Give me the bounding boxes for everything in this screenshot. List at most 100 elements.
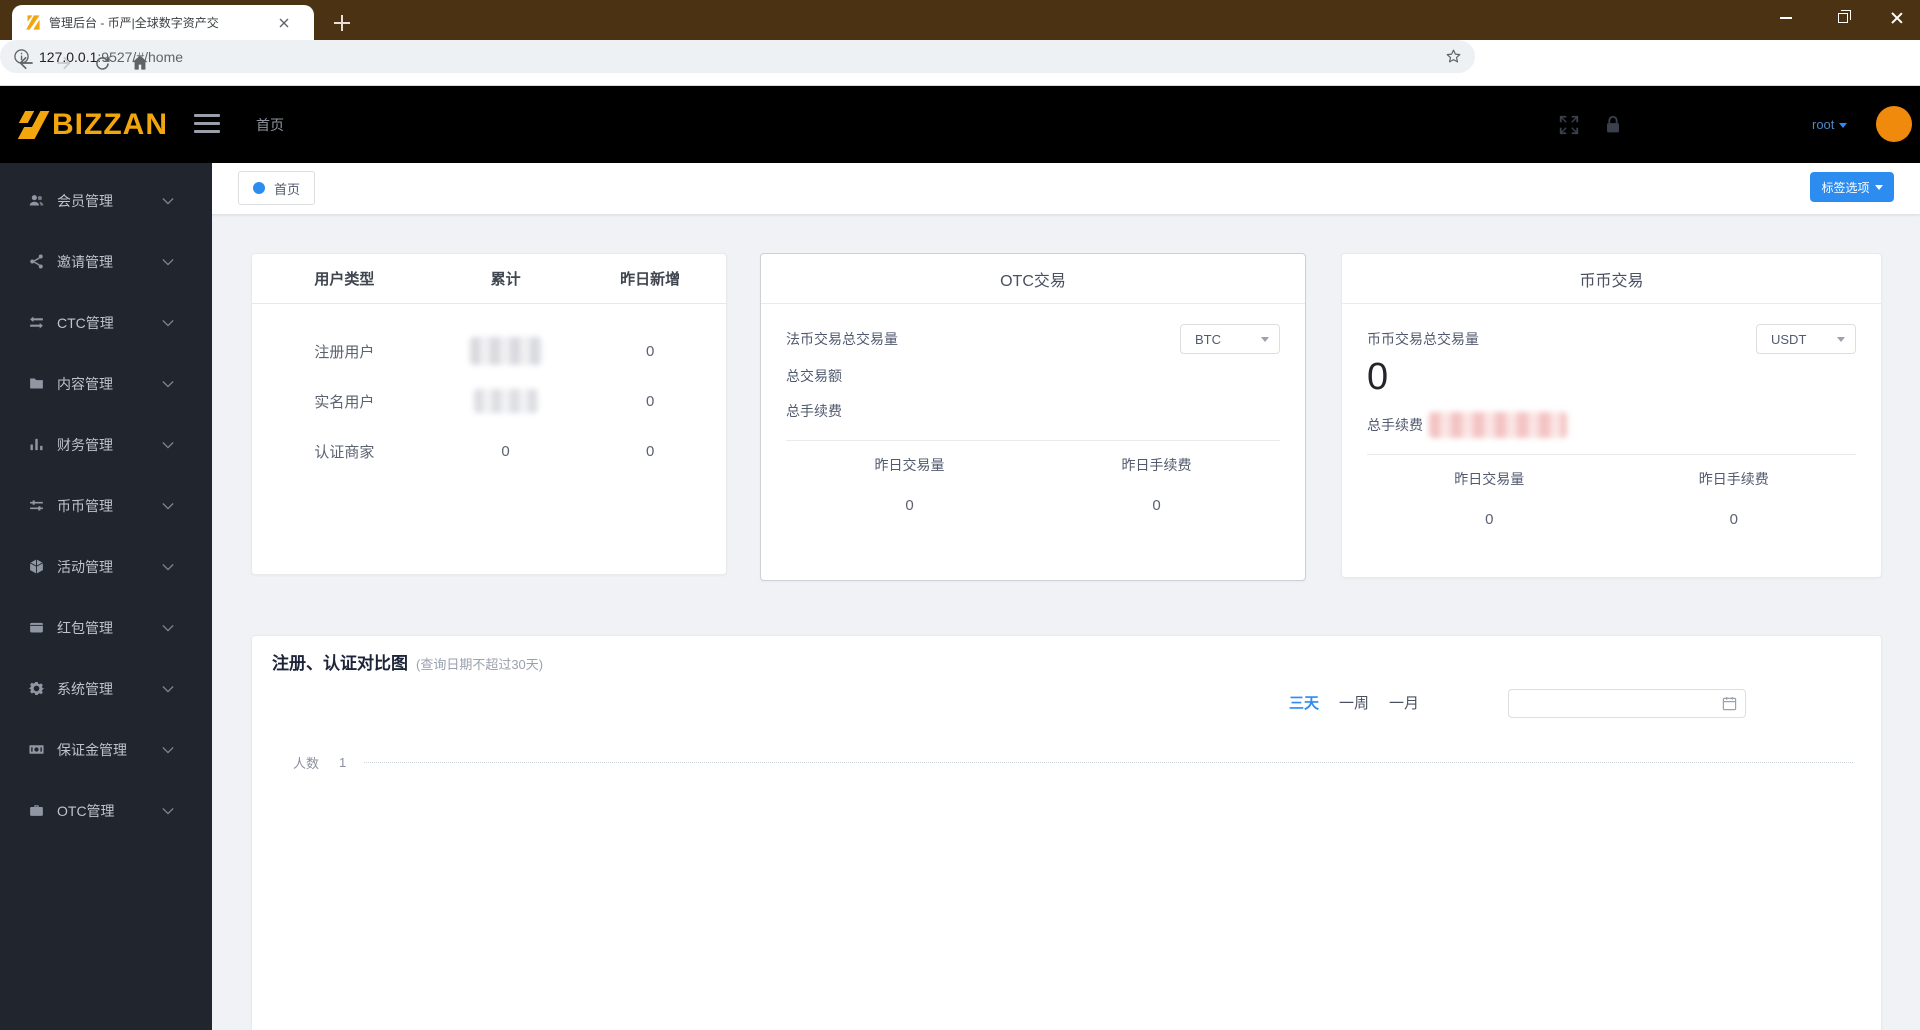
otc-yesterday-fee-label: 昨日手续费 bbox=[1121, 457, 1192, 473]
exchange-icon bbox=[30, 316, 43, 329]
calendar-icon bbox=[1722, 696, 1737, 711]
table-row: 实名用户 0 bbox=[252, 376, 726, 426]
chevron-down-icon bbox=[162, 685, 174, 693]
spot-yesterday-volume-value: 0 bbox=[1485, 511, 1494, 528]
date-range-picker[interactable] bbox=[1508, 689, 1746, 718]
back-icon[interactable] bbox=[14, 51, 38, 75]
divider bbox=[1367, 454, 1856, 455]
sliders-icon bbox=[30, 500, 43, 511]
chevron-down-icon bbox=[1874, 184, 1883, 194]
sidebar-item-members[interactable]: 会员管理 bbox=[0, 170, 212, 231]
window-close-button[interactable] bbox=[1874, 0, 1920, 36]
chevron-down-icon bbox=[162, 197, 174, 205]
chevron-down-icon bbox=[1837, 336, 1845, 346]
forward-icon[interactable] bbox=[52, 51, 76, 75]
navbar-home-link[interactable]: 首页 bbox=[256, 86, 284, 163]
user-avatar[interactable] bbox=[1876, 106, 1912, 142]
chevron-down-icon bbox=[162, 319, 174, 327]
chevron-down-icon bbox=[1261, 336, 1269, 346]
chevron-down-icon bbox=[162, 563, 174, 571]
y-axis-label: 人数 bbox=[293, 756, 320, 771]
app-navbar: BIZZAN 首页 root bbox=[0, 86, 1920, 163]
home-icon[interactable] bbox=[128, 51, 152, 75]
divider bbox=[786, 440, 1280, 441]
sidebar-item-finance[interactable]: 财务管理 bbox=[0, 414, 212, 475]
otc-yesterday-volume-value: 0 bbox=[905, 497, 914, 514]
browser-toolbar: 127.0.0.1:9527/#/home S New 贤军 bbox=[0, 40, 1920, 117]
table-row: 注册用户 0 bbox=[252, 326, 726, 376]
otc-currency-select[interactable]: BTC bbox=[1180, 324, 1280, 354]
tag-tab-home[interactable]: 首页 bbox=[238, 171, 316, 205]
sidebar-item-otc[interactable]: OTC管理 bbox=[0, 780, 212, 841]
fullscreen-icon[interactable] bbox=[1558, 114, 1580, 136]
spot-volume-label: 币币交易总交易量 bbox=[1367, 331, 1479, 347]
y-axis-tick: 1 bbox=[339, 755, 347, 770]
spot-fee-label: 总手续费 bbox=[1367, 417, 1423, 433]
url-text: 127.0.0.1:9527/#/home bbox=[39, 48, 183, 65]
user-stats-header-row: 用户类型 累计 昨日新增 bbox=[252, 254, 726, 304]
briefcase-icon bbox=[30, 805, 43, 816]
chevron-down-icon bbox=[162, 258, 174, 266]
tag-options-button[interactable]: 标签选项 bbox=[1810, 172, 1894, 202]
bookmark-star-icon[interactable] bbox=[1444, 47, 1463, 66]
sidebar-item-content[interactable]: 内容管理 bbox=[0, 353, 212, 414]
col-user-type: 用户类型 bbox=[314, 271, 375, 288]
user-menu[interactable]: root bbox=[1812, 86, 1848, 163]
otc-yesterday-volume-label: 昨日交易量 bbox=[874, 457, 945, 473]
tag-bar: 首页 标签选项 bbox=[0, 163, 1920, 214]
otc-trade-card: OTC交易 法币交易总交易量 BTC 总交易额 总手续费 昨日交易量 昨日手续费… bbox=[760, 253, 1306, 581]
sidebar-item-activity[interactable]: 活动管理 bbox=[0, 536, 212, 597]
chevron-down-icon bbox=[162, 624, 174, 632]
menu-toggle-icon[interactable] bbox=[194, 114, 222, 136]
active-tag-dot-icon bbox=[253, 182, 265, 194]
period-3days[interactable]: 三天 bbox=[1289, 692, 1319, 713]
logo-text: BIZZAN bbox=[52, 107, 168, 141]
banknote-icon bbox=[29, 745, 44, 754]
chart-note: (查询日期不超过30天) bbox=[416, 657, 544, 672]
cube-icon bbox=[29, 559, 44, 574]
lock-icon[interactable] bbox=[1602, 114, 1624, 136]
table-row: 认证商家 0 0 bbox=[314, 442, 655, 461]
otc-total-amount-label: 总交易额 bbox=[786, 368, 842, 384]
new-tab-button[interactable] bbox=[330, 11, 354, 35]
sidebar-item-redpacket[interactable]: 红包管理 bbox=[0, 597, 212, 658]
chart-title: 注册、认证对比图 bbox=[272, 654, 408, 673]
chevron-down-icon bbox=[162, 380, 174, 388]
app-logo[interactable]: BIZZAN bbox=[17, 86, 168, 163]
users-icon bbox=[29, 195, 44, 206]
sidebar-item-ctc[interactable]: CTC管理 bbox=[0, 292, 212, 353]
tab-title: 管理后台 - 币严|全球数字资产交 bbox=[49, 16, 219, 30]
tab-close-icon[interactable] bbox=[275, 14, 293, 32]
spot-yesterday-fee-value: 0 bbox=[1729, 511, 1738, 528]
chevron-down-icon bbox=[162, 502, 174, 510]
gear-icon bbox=[28, 681, 45, 695]
otc-total-fee-label: 总手续费 bbox=[786, 403, 842, 419]
period-1month[interactable]: 一月 bbox=[1389, 692, 1419, 713]
sidebar-item-invites[interactable]: 邀请管理 bbox=[0, 231, 212, 292]
spot-volume-value: 0 bbox=[1367, 356, 1389, 398]
browser-tab[interactable]: 管理后台 - 币严|全球数字资产交 bbox=[12, 5, 314, 40]
spot-yesterday-fee-label: 昨日手续费 bbox=[1698, 471, 1769, 487]
bizzan-logo-icon bbox=[17, 110, 50, 139]
redacted-value bbox=[473, 389, 538, 413]
user-stats-card: 用户类型 累计 昨日新增 注册用户 0 实名用户 0 认证商家 0 0 bbox=[251, 253, 727, 575]
period-1week[interactable]: 一周 bbox=[1339, 692, 1369, 713]
chevron-down-icon bbox=[1839, 123, 1848, 132]
col-yesterday: 昨日新增 bbox=[620, 271, 681, 288]
chart-y-axis: 人数 1 bbox=[293, 753, 1853, 772]
spot-currency-select[interactable]: USDT bbox=[1756, 324, 1856, 354]
spot-trade-card: 币币交易 币币交易总交易量 USDT 0 总手续费 昨日交易量 昨日手续费 0 … bbox=[1341, 253, 1882, 578]
sidebar-item-spot[interactable]: 币币管理 bbox=[0, 475, 212, 536]
window-minimize-button[interactable] bbox=[1763, 0, 1809, 36]
share-icon bbox=[30, 254, 43, 269]
sidebar-item-system[interactable]: 系统管理 bbox=[0, 658, 212, 719]
otc-volume-label: 法币交易总交易量 bbox=[786, 331, 898, 347]
sidebar-item-margin[interactable]: 保证金管理 bbox=[0, 719, 212, 780]
reload-icon[interactable] bbox=[90, 51, 114, 75]
address-bar[interactable]: 127.0.0.1:9527/#/home bbox=[0, 40, 1475, 73]
spot-yesterday-volume-label: 昨日交易量 bbox=[1454, 471, 1525, 487]
otc-card-title: OTC交易 bbox=[761, 254, 1305, 304]
chevron-down-icon bbox=[162, 441, 174, 449]
window-restore-button[interactable] bbox=[1820, 0, 1866, 36]
date-range-input[interactable] bbox=[1517, 690, 1722, 717]
